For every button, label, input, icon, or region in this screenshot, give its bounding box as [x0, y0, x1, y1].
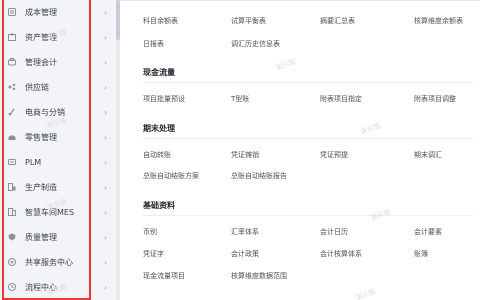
link-trial-balance[interactable]: 试算平衡表 — [231, 16, 266, 26]
mes-icon — [8, 208, 16, 216]
section-title-period-end: 期末处理 — [143, 124, 175, 133]
link-t-account[interactable]: T型账 — [231, 94, 249, 104]
supply-chain-icon — [8, 83, 16, 91]
link-auto-close-plan[interactable]: 总账自动结账方案 — [143, 171, 199, 181]
sidebar-item-label: 成本管理 — [25, 7, 57, 17]
manufacturing-icon — [8, 183, 16, 191]
link-auto-transfer[interactable]: 自动转账 — [143, 150, 171, 160]
chevron-right-icon: › — [104, 7, 108, 17]
accounting-icon — [8, 58, 16, 66]
link-currency[interactable]: 币别 — [143, 227, 157, 237]
link-summary[interactable]: 摘要汇总表 — [320, 16, 355, 26]
chevron-right-icon: › — [104, 82, 108, 92]
sidebar-item-label: 质量管理 — [25, 232, 57, 242]
sidebar-item-shared-service[interactable]: 共享服务中心 › — [6, 252, 114, 272]
chevron-right-icon: › — [104, 57, 108, 67]
link-auto-close-report[interactable]: 总账自动结账报告 — [231, 171, 287, 181]
sidebar-item-retail[interactable]: 零售管理 › — [6, 127, 114, 147]
chevron-right-icon: › — [104, 132, 108, 142]
link-schedule-adjust[interactable]: 附表项目调整 — [414, 94, 456, 104]
sidebar-item-manufacturing[interactable]: 生产制造 › — [6, 177, 114, 197]
ecommerce-icon — [8, 108, 16, 116]
sidebar-item-label: 零售管理 — [25, 132, 57, 142]
sidebar-item-supply-chain[interactable]: 供应链 › — [6, 77, 114, 97]
link-batch-preset[interactable]: 项目批量预设 — [143, 94, 185, 104]
chevron-right-icon: › — [104, 182, 108, 192]
chevron-right-icon: › — [104, 157, 108, 167]
link-fx-history[interactable]: 调汇历史信息表 — [231, 39, 280, 49]
link-dimension-range[interactable]: 核算维度数据范围 — [231, 271, 287, 281]
link-accounting-system[interactable]: 会计核算体系 — [320, 249, 362, 259]
link-cash-flow-items[interactable]: 现金流量项目 — [143, 271, 185, 281]
chevron-right-icon: › — [104, 32, 108, 42]
link-elements[interactable]: 会计要素 — [414, 227, 442, 237]
asset-icon — [8, 33, 16, 41]
sidebar-item-label: 智慧车间MES — [25, 207, 75, 217]
link-voucher-word[interactable]: 凭证字 — [143, 249, 164, 259]
sidebar-item-management-accounting[interactable]: 管理会计 › — [6, 52, 114, 72]
sidebar-item-label: 管理会计 — [25, 57, 57, 67]
sidebar-item-label: 供应链 — [25, 82, 49, 92]
chevron-right-icon: › — [104, 282, 108, 292]
retail-icon — [8, 133, 16, 141]
sidebar-item-label: 共享服务中心 — [25, 257, 73, 267]
shared-service-icon — [8, 258, 16, 266]
sidebar-item-label: PLM — [25, 157, 42, 167]
sidebar-item-cost[interactable]: 成本管理 › — [6, 2, 114, 22]
sidebar-item-quality[interactable]: 质量管理 › — [6, 227, 114, 247]
app-window: 成本管理 › 资产管理 › 管理会计 › 供应链 › 电商与分销 › 零售管理 … — [0, 0, 480, 300]
divider — [143, 215, 473, 216]
section-title-basic-data: 基础资料 — [143, 201, 175, 210]
link-daily-report[interactable]: 日报表 — [143, 39, 164, 49]
link-calendar[interactable]: 会计日历 — [320, 227, 348, 237]
sidebar-item-plm[interactable]: PLM › — [6, 152, 114, 172]
section-title-cash-flow: 现金流量 — [143, 68, 175, 77]
cost-icon — [8, 8, 16, 16]
sidebar-item-label: 资产管理 — [25, 32, 57, 42]
quality-icon — [8, 233, 16, 241]
sidebar-item-label: 生产制造 — [25, 182, 57, 192]
link-account-balance[interactable]: 科目余额表 — [143, 16, 178, 26]
chevron-right-icon: › — [104, 257, 108, 267]
chevron-right-icon: › — [104, 232, 108, 242]
sidebar-item-label: 电商与分销 — [25, 107, 65, 117]
plm-icon — [8, 158, 16, 166]
link-schedule-assign[interactable]: 附表项目指定 — [320, 94, 362, 104]
link-rate-system[interactable]: 汇率体系 — [231, 227, 259, 237]
divider — [143, 82, 473, 83]
top-border — [120, 0, 480, 1]
link-dimension-balance[interactable]: 核算维度余额表 — [414, 16, 463, 26]
link-voucher-amortize[interactable]: 凭证摊销 — [231, 150, 259, 160]
link-policy[interactable]: 会计政策 — [231, 249, 259, 259]
link-voucher-accrue[interactable]: 凭证预提 — [320, 150, 348, 160]
link-period-fx[interactable]: 期末调汇 — [414, 150, 442, 160]
link-books[interactable]: 账簿 — [414, 249, 428, 259]
divider — [143, 138, 473, 139]
sidebar-item-label: 流程中心 — [25, 282, 57, 292]
chevron-right-icon: › — [104, 207, 108, 217]
chevron-right-icon: › — [104, 107, 108, 117]
process-icon — [8, 283, 16, 291]
